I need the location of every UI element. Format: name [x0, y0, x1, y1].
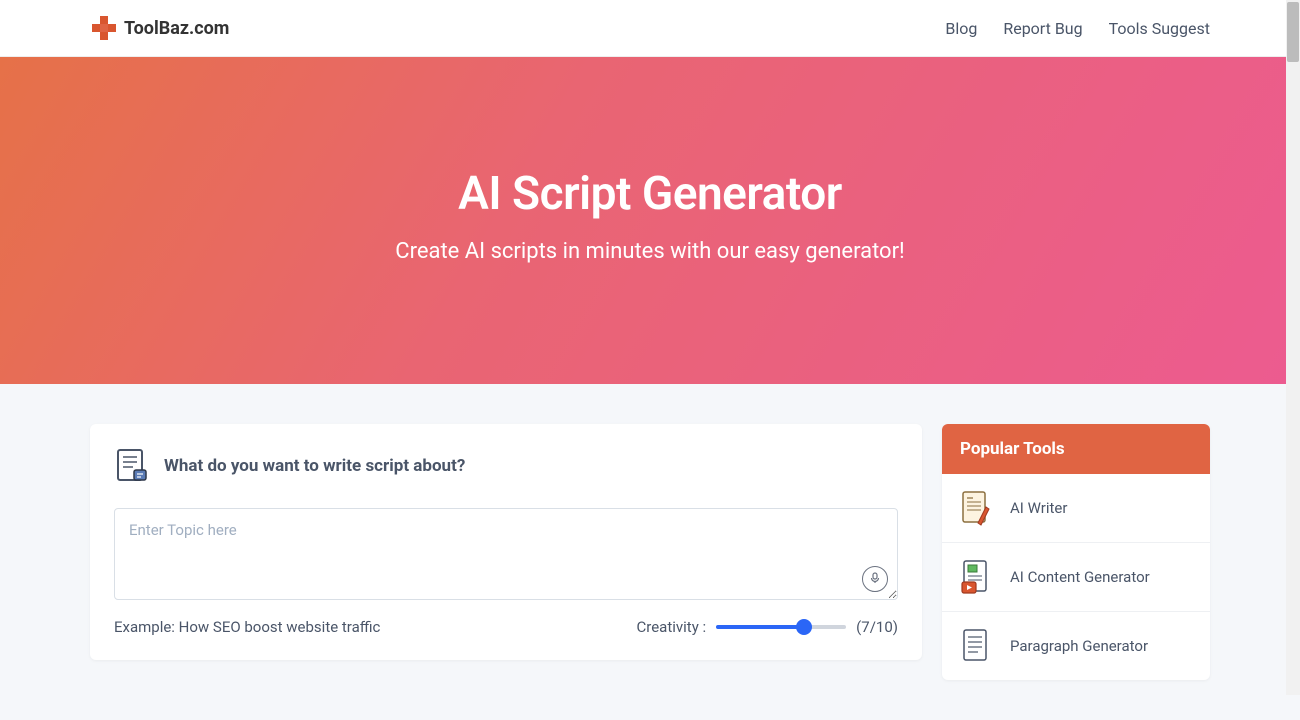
prompt-header: What do you want to write script about?	[114, 448, 898, 484]
textarea-wrap	[114, 508, 898, 604]
tool-label: AI Writer	[1010, 499, 1067, 517]
hero-section: AI Script Generator Create AI scripts in…	[0, 57, 1300, 384]
site-header: ToolBaz.com Blog Report Bug Tools Sugges…	[0, 0, 1300, 57]
creativity-slider[interactable]	[716, 625, 846, 629]
top-nav: Blog Report Bug Tools Suggest	[945, 19, 1210, 38]
tool-ai-writer[interactable]: AI Writer	[942, 474, 1210, 543]
generator-card: What do you want to write script about? …	[90, 424, 922, 660]
controls-row: Example: How SEO boost website traffic C…	[114, 618, 898, 636]
example-text: Example: How SEO boost website traffic	[114, 618, 380, 636]
page-title: AI Script Generator	[20, 167, 1280, 221]
popular-tools-sidebar: Popular Tools AI Writer AI Content Gener…	[942, 424, 1210, 680]
nav-report-bug[interactable]: Report Bug	[1003, 19, 1082, 38]
nav-tools-suggest[interactable]: Tools Suggest	[1109, 19, 1210, 38]
site-logo[interactable]: ToolBaz.com	[90, 14, 229, 42]
nav-blog[interactable]: Blog	[945, 19, 977, 38]
creativity-value: (7/10)	[856, 618, 898, 636]
tool-paragraph-generator[interactable]: Paragraph Generator	[942, 612, 1210, 680]
tool-label: AI Content Generator	[1010, 568, 1150, 586]
creativity-label: Creativity :	[637, 618, 707, 636]
paragraph-icon	[960, 627, 992, 665]
document-icon	[114, 448, 150, 484]
tool-label: Paragraph Generator	[1010, 637, 1148, 655]
creativity-control: Creativity : (7/10)	[637, 618, 899, 636]
prompt-label: What do you want to write script about?	[164, 456, 465, 476]
scrollbar[interactable]	[1286, 0, 1300, 695]
writer-icon	[960, 489, 992, 527]
topic-input[interactable]	[114, 508, 898, 600]
scrollbar-thumb[interactable]	[1287, 2, 1299, 62]
sidebar-title: Popular Tools	[942, 424, 1210, 474]
logo-icon	[90, 14, 118, 42]
mic-button[interactable]	[862, 566, 888, 592]
content-area: What do you want to write script about? …	[0, 384, 1300, 720]
microphone-icon	[869, 572, 881, 587]
page-subtitle: Create AI scripts in minutes with our ea…	[20, 239, 1280, 264]
content-icon	[960, 558, 992, 596]
logo-text: ToolBaz.com	[124, 18, 229, 39]
tool-ai-content-generator[interactable]: AI Content Generator	[942, 543, 1210, 612]
